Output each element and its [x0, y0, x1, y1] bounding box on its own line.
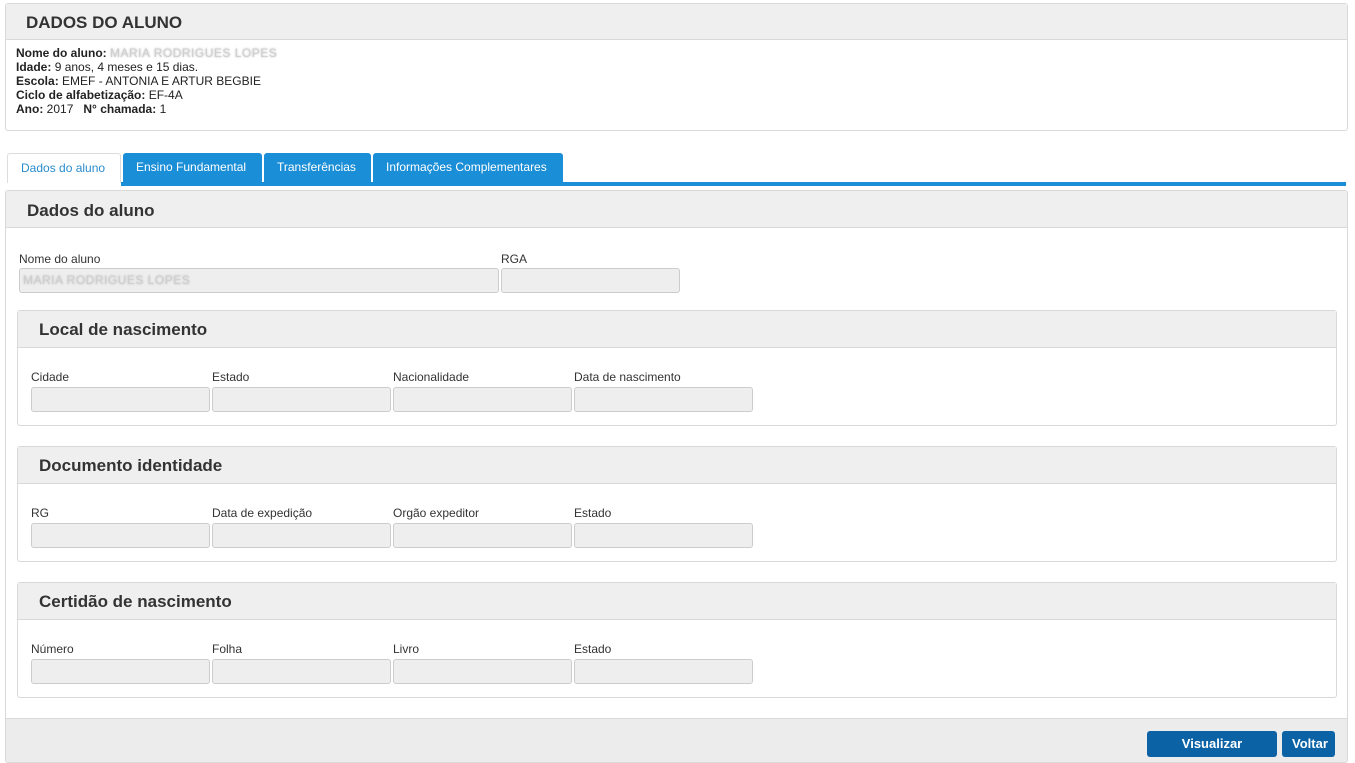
numero-field[interactable] [31, 659, 210, 684]
rga-label: RGA [501, 252, 528, 266]
summary-nome-value: MARIA RODRIGUES LOPES [110, 46, 278, 60]
data-nascimento-field[interactable] [574, 387, 753, 412]
certidao-estado-field[interactable] [574, 659, 753, 684]
main-panel-title: Dados do aluno [6, 191, 1347, 228]
summary-row-ano: Ano: 2017 N° chamada: 1 [16, 102, 1337, 116]
summary-chamada-value: 1 [159, 102, 167, 116]
documento-estado-label: Estado [574, 506, 612, 520]
local-nascimento-panel: Local de nascimento Cidade Estado Nacion… [17, 310, 1337, 426]
summary-ciclo-value: EF-4A [148, 88, 183, 102]
summary-ano-label: Ano: [16, 102, 44, 116]
documento-estado-field[interactable] [574, 523, 753, 548]
student-summary-panel: DADOS DO ALUNO Nome do aluno: MARIA RODR… [5, 3, 1348, 131]
summary-row-ciclo: Ciclo de alfabetização: EF-4A [16, 88, 1337, 102]
estado-field[interactable] [212, 387, 391, 412]
certidao-nascimento-title: Certidão de nascimento [18, 583, 1336, 620]
summary-row-idade: Idade: 9 anos, 4 meses e 15 dias. [16, 60, 1337, 74]
voltar-button[interactable]: Voltar [1282, 731, 1335, 757]
data-expedicao-label: Data de expedição [212, 506, 313, 520]
numero-label: Número [31, 642, 74, 656]
nacionalidade-label: Nacionalidade [393, 370, 470, 384]
folha-field[interactable] [212, 659, 391, 684]
visualizar-historico-button[interactable]: Visualizar histórico [1147, 731, 1277, 757]
nacionalidade-field[interactable] [393, 387, 572, 412]
data-nascimento-label: Data de nascimento [574, 370, 681, 384]
summary-row-escola: Escola: EMEF - ANTONIA E ARTUR BEGBIE [16, 74, 1337, 88]
livro-field[interactable] [393, 659, 572, 684]
nome-aluno-label: Nome do aluno [19, 252, 101, 266]
rg-label: RG [31, 506, 49, 520]
local-nascimento-title: Local de nascimento [18, 311, 1336, 348]
tab-dados-do-aluno[interactable]: Dados do aluno [7, 153, 121, 183]
summary-body: Nome do aluno: MARIA RODRIGUES LOPES Ida… [6, 40, 1347, 122]
summary-nome-label: Nome do aluno: [16, 46, 107, 60]
summary-ano-value: 2017 [46, 102, 74, 116]
orgao-expeditor-field[interactable] [393, 523, 572, 548]
livro-label: Livro [393, 642, 420, 656]
documento-identidade-panel: Documento identidade RG Data de expediçã… [17, 446, 1337, 562]
summary-ciclo-label: Ciclo de alfabetização: [16, 88, 146, 102]
panel-footer: Visualizar histórico Voltar [6, 718, 1347, 762]
nome-aluno-field[interactable]: MARIA RODRIGUES LOPES [19, 268, 499, 293]
rga-field[interactable] [501, 268, 680, 293]
summary-title: DADOS DO ALUNO [6, 4, 1347, 40]
summary-chamada-label: N° chamada: [83, 102, 157, 116]
summary-escola-value: EMEF - ANTONIA E ARTUR BEGBIE [62, 74, 261, 88]
cidade-field[interactable] [31, 387, 210, 412]
tab-underline [121, 182, 1346, 186]
estado-label: Estado [212, 370, 250, 384]
nome-aluno-value: MARIA RODRIGUES LOPES [23, 273, 191, 287]
summary-idade-label: Idade: [16, 60, 52, 74]
tab-informacoes-complementares[interactable]: Informações Complementares [373, 153, 563, 183]
tab-bar: Dados do aluno Ensino Fundamental Transf… [7, 153, 565, 183]
documento-identidade-title: Documento identidade [18, 447, 1336, 484]
tab-ensino-fundamental[interactable]: Ensino Fundamental [123, 153, 262, 183]
cidade-label: Cidade [31, 370, 70, 384]
summary-row-nome: Nome do aluno: MARIA RODRIGUES LOPES [16, 46, 1337, 60]
certidao-estado-label: Estado [574, 642, 612, 656]
orgao-expeditor-label: Orgão expeditor [393, 506, 480, 520]
rg-field[interactable] [31, 523, 210, 548]
dados-aluno-panel: Dados do aluno Nome do aluno MARIA RODRI… [5, 190, 1348, 763]
certidao-nascimento-panel: Certidão de nascimento Número Folha Livr… [17, 582, 1337, 698]
data-expedicao-field[interactable] [212, 523, 391, 548]
summary-idade-value: 9 anos, 4 meses e 15 dias. [54, 60, 199, 74]
summary-escola-label: Escola: [16, 74, 59, 88]
folha-label: Folha [212, 642, 243, 656]
tab-transferencias[interactable]: Transferências [264, 153, 371, 183]
